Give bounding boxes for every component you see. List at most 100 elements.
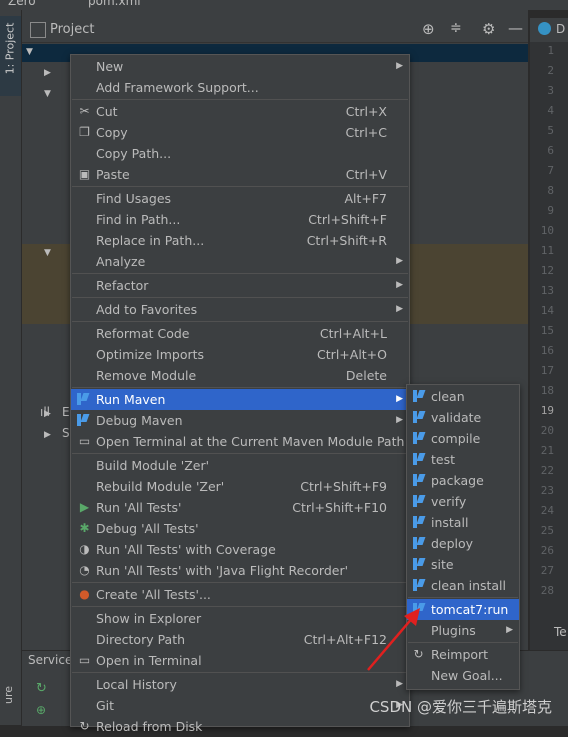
maven-goal-install[interactable]: install (407, 512, 519, 533)
hide-icon[interactable]: — (508, 19, 523, 37)
menu-item-label: Open Terminal at the Current Maven Modul… (96, 434, 405, 449)
menu-item-add-framework-support[interactable]: Add Framework Support... (71, 77, 409, 98)
menu-item-build-module-zer[interactable]: Build Module 'Zer' (71, 455, 409, 476)
maven-goal-package[interactable]: package (407, 470, 519, 491)
menu-item-label: Reload from Disk (96, 719, 203, 734)
menu-item-cut[interactable]: ✂ Cut Ctrl+X (71, 101, 409, 122)
maven-goal-icon (412, 515, 426, 529)
menu-item-copy[interactable]: ❐ Copy Ctrl+C (71, 122, 409, 143)
line-number: 22 (540, 464, 554, 477)
menu-item-label: Replace in Path... (96, 233, 205, 248)
menu-item-local-history[interactable]: Local History ▶ (71, 674, 409, 695)
menu-item-find-in-path[interactable]: Find in Path... Ctrl+Shift+F (71, 209, 409, 230)
gear-icon[interactable]: ⚙ (482, 20, 495, 38)
menu-item-paste[interactable]: ▣ Paste Ctrl+V (71, 164, 409, 185)
services-tab[interactable]: Service (28, 653, 72, 667)
menu-item-new[interactable]: New ▶ (71, 56, 409, 77)
menu-item-label: Refactor (96, 278, 149, 293)
menu-item-run-all-tests[interactable]: ▶ Run 'All Tests' Ctrl+Shift+F10 (71, 497, 409, 518)
menu-item-label: Git (96, 698, 115, 713)
menu-separator (72, 321, 408, 322)
maven-icon (76, 392, 90, 406)
structure-tab-label[interactable]: ure (2, 686, 15, 704)
bottom-editor-tab[interactable]: Te (554, 625, 567, 639)
line-number: 16 (540, 344, 554, 357)
expand-arrow-icon[interactable]: ▼ (44, 248, 51, 258)
menu-item-add-to-favorites[interactable]: Add to Favorites ▶ (71, 299, 409, 320)
maven-goal-clean-install[interactable]: clean install (407, 575, 519, 596)
menu-item-analyze[interactable]: Analyze ▶ (71, 251, 409, 272)
menu-item-reload-from-disk[interactable]: ↻ Reload from Disk (71, 716, 409, 737)
menu-item-label: Debug Maven (96, 413, 183, 428)
maven-goal-label: test (431, 452, 456, 467)
menu-item-directory-path[interactable]: Directory Path Ctrl+Alt+F12 (71, 629, 409, 650)
maven-goal-label: New Goal... (431, 668, 503, 683)
cut-icon: ✂ (79, 104, 90, 118)
menu-item-show-in-explorer[interactable]: Show in Explorer (71, 608, 409, 629)
editor-tab[interactable]: D (530, 18, 568, 43)
collapse-arrow-icon[interactable]: ▶ (44, 430, 51, 440)
line-number: 12 (540, 264, 554, 277)
menu-item-refactor[interactable]: Refactor ▶ (71, 275, 409, 296)
line-number: 2 (547, 64, 554, 77)
menu-item-run-all-tests-with-java-flight-recorder[interactable]: ◔ Run 'All Tests' with 'Java Flight Recor… (71, 560, 409, 581)
menu-item-run-all-tests-with-coverage[interactable]: ◑ Run 'All Tests' with Coverage (71, 539, 409, 560)
menu-separator (408, 642, 518, 643)
menu-item-optimize-imports[interactable]: Optimize Imports Ctrl+Alt+O (71, 344, 409, 365)
maven-goal-compile[interactable]: compile (407, 428, 519, 449)
menu-item-copy-path[interactable]: Copy Path... (71, 143, 409, 164)
coverage-icon: ◑ (79, 542, 90, 556)
breadcrumb-project[interactable]: Zero (8, 0, 36, 8)
line-number-gutter: 1 2 3 4 5 6 7 8 9 10 11 12 13 14 15 16 17 18 19 20 21 22 23 24 2… (530, 42, 568, 662)
menu-separator (72, 453, 408, 454)
line-number: 6 (547, 144, 554, 157)
maven-goal-label: clean (431, 389, 465, 404)
menu-item-label: Reformat Code (96, 326, 190, 341)
collapse-arrow-icon[interactable]: ▶ (44, 68, 51, 78)
line-number: 18 (540, 384, 554, 397)
line-number: 10 (540, 224, 554, 237)
maven-goal-deploy[interactable]: deploy (407, 533, 519, 554)
add-icon[interactable]: ⊕ (36, 703, 46, 717)
menu-separator (72, 186, 408, 187)
menu-item-debug-maven[interactable]: Debug Maven ▶ (71, 410, 409, 431)
expand-arrow-icon[interactable]: ▼ (26, 47, 33, 57)
rerun-icon[interactable]: ↻ (36, 681, 47, 696)
menu-item-open-terminal-at-the-current-maven-module-path[interactable]: ▭ Open Terminal at the Current Maven Modu… (71, 431, 409, 452)
maven-goal-clean[interactable]: clean (407, 386, 519, 407)
maven-goal-site[interactable]: site (407, 554, 519, 575)
locate-icon[interactable]: ⊕ (422, 20, 435, 38)
menu-item-run-maven[interactable]: Run Maven ▶ (71, 389, 409, 410)
menu-item-git[interactable]: Git ▶ (71, 695, 409, 716)
reload-icon: ↻ (79, 719, 90, 733)
menu-item-remove-module[interactable]: Remove Module Delete (71, 365, 409, 386)
menu-item-find-usages[interactable]: Find Usages Alt+F7 (71, 188, 409, 209)
menu-separator (72, 297, 408, 298)
create-test-icon: ● (79, 587, 90, 601)
maven-goal-label: Plugins (431, 623, 476, 638)
menu-item-label: Local History (96, 677, 177, 692)
menu-item-debug-all-tests[interactable]: ✱ Debug 'All Tests' (71, 518, 409, 539)
maven-goal-label: compile (431, 431, 481, 446)
project-panel-header: ⊕ ≑ ⚙ — (22, 18, 528, 43)
menu-item-create-all-tests[interactable]: ● Create 'All Tests'... (71, 584, 409, 605)
maven-goal-verify[interactable]: verify (407, 491, 519, 512)
line-number: 23 (540, 484, 554, 497)
maven-goal-validate[interactable]: validate (407, 407, 519, 428)
menu-item-rebuild-module-zer[interactable]: Rebuild Module 'Zer' Ctrl+Shift+F9 (71, 476, 409, 497)
menu-item-open-in-terminal[interactable]: ▭ Open in Terminal (71, 650, 409, 671)
menu-separator (72, 387, 408, 388)
menu-item-reformat-code[interactable]: Reformat Code Ctrl+Alt+L (71, 323, 409, 344)
folder-icon (30, 22, 46, 38)
submenu-arrow-icon: ▶ (506, 625, 513, 635)
maven-goal-test[interactable]: test (407, 449, 519, 470)
collapse-all-icon[interactable]: ≑ (450, 20, 462, 36)
line-number: 25 (540, 524, 554, 537)
menu-item-label: Open in Terminal (96, 653, 202, 668)
line-number: 14 (540, 304, 554, 317)
expand-arrow-icon[interactable]: ▼ (44, 89, 51, 99)
menu-item-replace-in-path[interactable]: Replace in Path... Ctrl+Shift+R (71, 230, 409, 251)
menu-item-label: Create 'All Tests'... (96, 587, 211, 602)
breadcrumb-file[interactable]: pom.xml (88, 0, 141, 8)
project-panel-title[interactable]: Project (50, 22, 94, 37)
